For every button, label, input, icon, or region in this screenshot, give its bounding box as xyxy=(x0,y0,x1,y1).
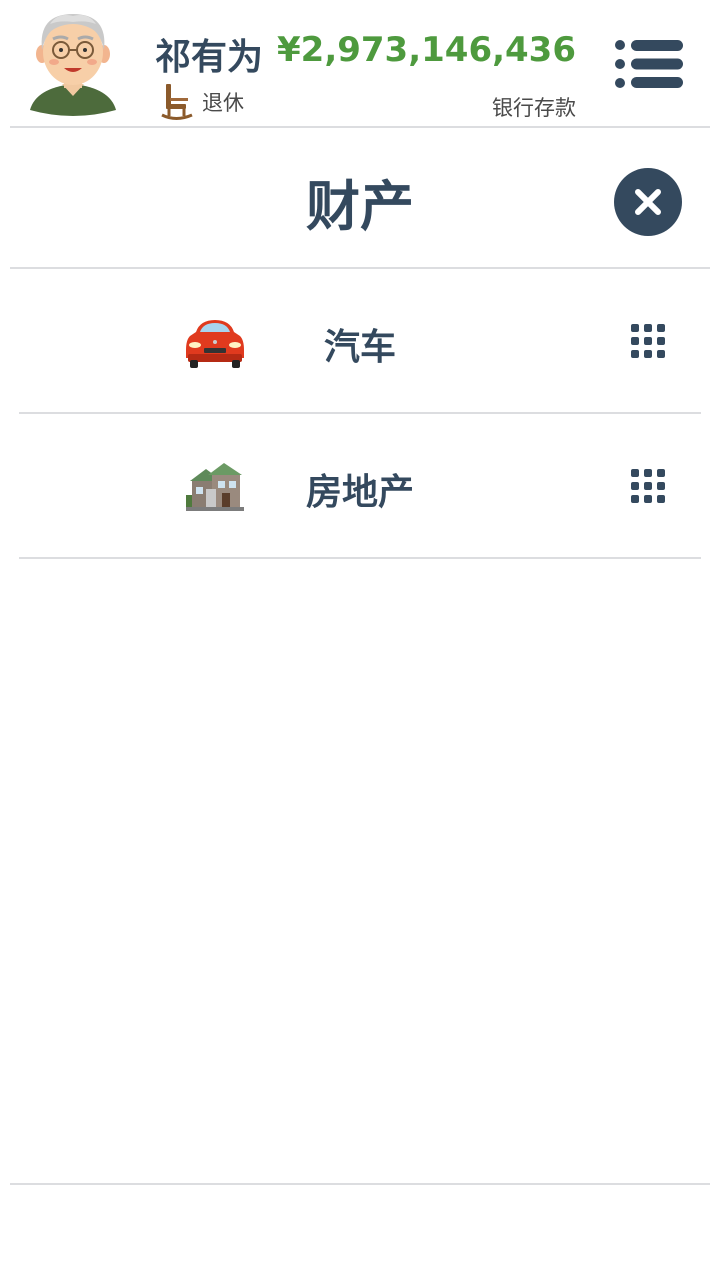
asset-label-real-estate: 房地产 xyxy=(305,472,414,513)
rocking-chair-icon xyxy=(161,84,193,120)
row-divider xyxy=(19,557,701,559)
bank-balance: ¥2,973,146,436 xyxy=(277,30,576,70)
retirement-status: 退休 xyxy=(160,82,244,122)
grid-menu-icon[interactable] xyxy=(631,469,665,503)
close-button[interactable] xyxy=(614,168,682,236)
menu-list-icon[interactable] xyxy=(614,38,684,90)
asset-row-car[interactable]: 汽车 xyxy=(19,270,701,414)
close-icon xyxy=(635,189,661,215)
footer-divider xyxy=(10,1183,710,1185)
player-name: 祁有为 xyxy=(155,37,264,78)
header-divider xyxy=(10,126,710,128)
old-man-avatar-icon xyxy=(30,14,116,116)
panel-title: 财产 xyxy=(306,175,414,238)
bank-balance-label: 银行存款 xyxy=(492,96,576,120)
status-label: 退休 xyxy=(202,91,244,115)
grid-menu-icon[interactable] xyxy=(631,324,665,358)
title-divider xyxy=(10,267,710,269)
row-divider xyxy=(19,412,701,414)
avatar[interactable] xyxy=(28,10,118,118)
status-header: 祁有为 退休 ¥2,973,146,436 银行存款 xyxy=(0,0,720,127)
asset-row-real-estate[interactable]: 房地产 xyxy=(19,415,701,559)
asset-label-car: 汽车 xyxy=(323,327,396,368)
